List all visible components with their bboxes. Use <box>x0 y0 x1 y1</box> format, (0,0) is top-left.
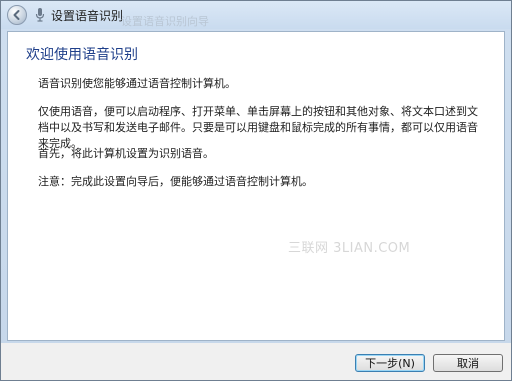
page-heading: 欢迎使用语音识别 <box>26 47 138 63</box>
title-bar: 设置语音识别 设置语音识别向导 <box>1 1 511 29</box>
description-paragraph: 仅使用语音，便可以启动程序、打开菜单、单击屏幕上的按钮和其他对象、将文本口述到文… <box>38 105 478 150</box>
wizard-content: 欢迎使用语音识别 语音识别使您能够通过语音控制计算机。 仅使用语音，便可以启动程… <box>7 31 505 341</box>
window-title: 设置语音识别 <box>51 9 124 23</box>
cancel-button[interactable]: 取消 <box>433 354 503 372</box>
note-paragraph: 注意：完成此设置向导后，便能够通过语音控制计算机。 <box>38 175 313 188</box>
intro-paragraph: 语音识别使您能够通过语音控制计算机。 <box>38 77 236 90</box>
button-bar: 下一步(N) 取消 <box>1 343 511 380</box>
next-button[interactable]: 下一步(N) <box>355 354 425 372</box>
back-arrow-icon <box>13 10 20 20</box>
first-step-paragraph: 首先，将此计算机设置为识别语音。 <box>38 147 214 160</box>
speech-setup-window: 设置语音识别 设置语音识别向导 欢迎使用语音识别 语音识别使您能够通过语音控制计… <box>0 0 512 381</box>
back-button[interactable] <box>7 5 27 25</box>
ghost-window-title: 设置语音识别向导 <box>121 15 209 28</box>
watermark: 三联网 3LIAN.COM <box>288 241 411 256</box>
microphone-icon <box>35 8 45 22</box>
